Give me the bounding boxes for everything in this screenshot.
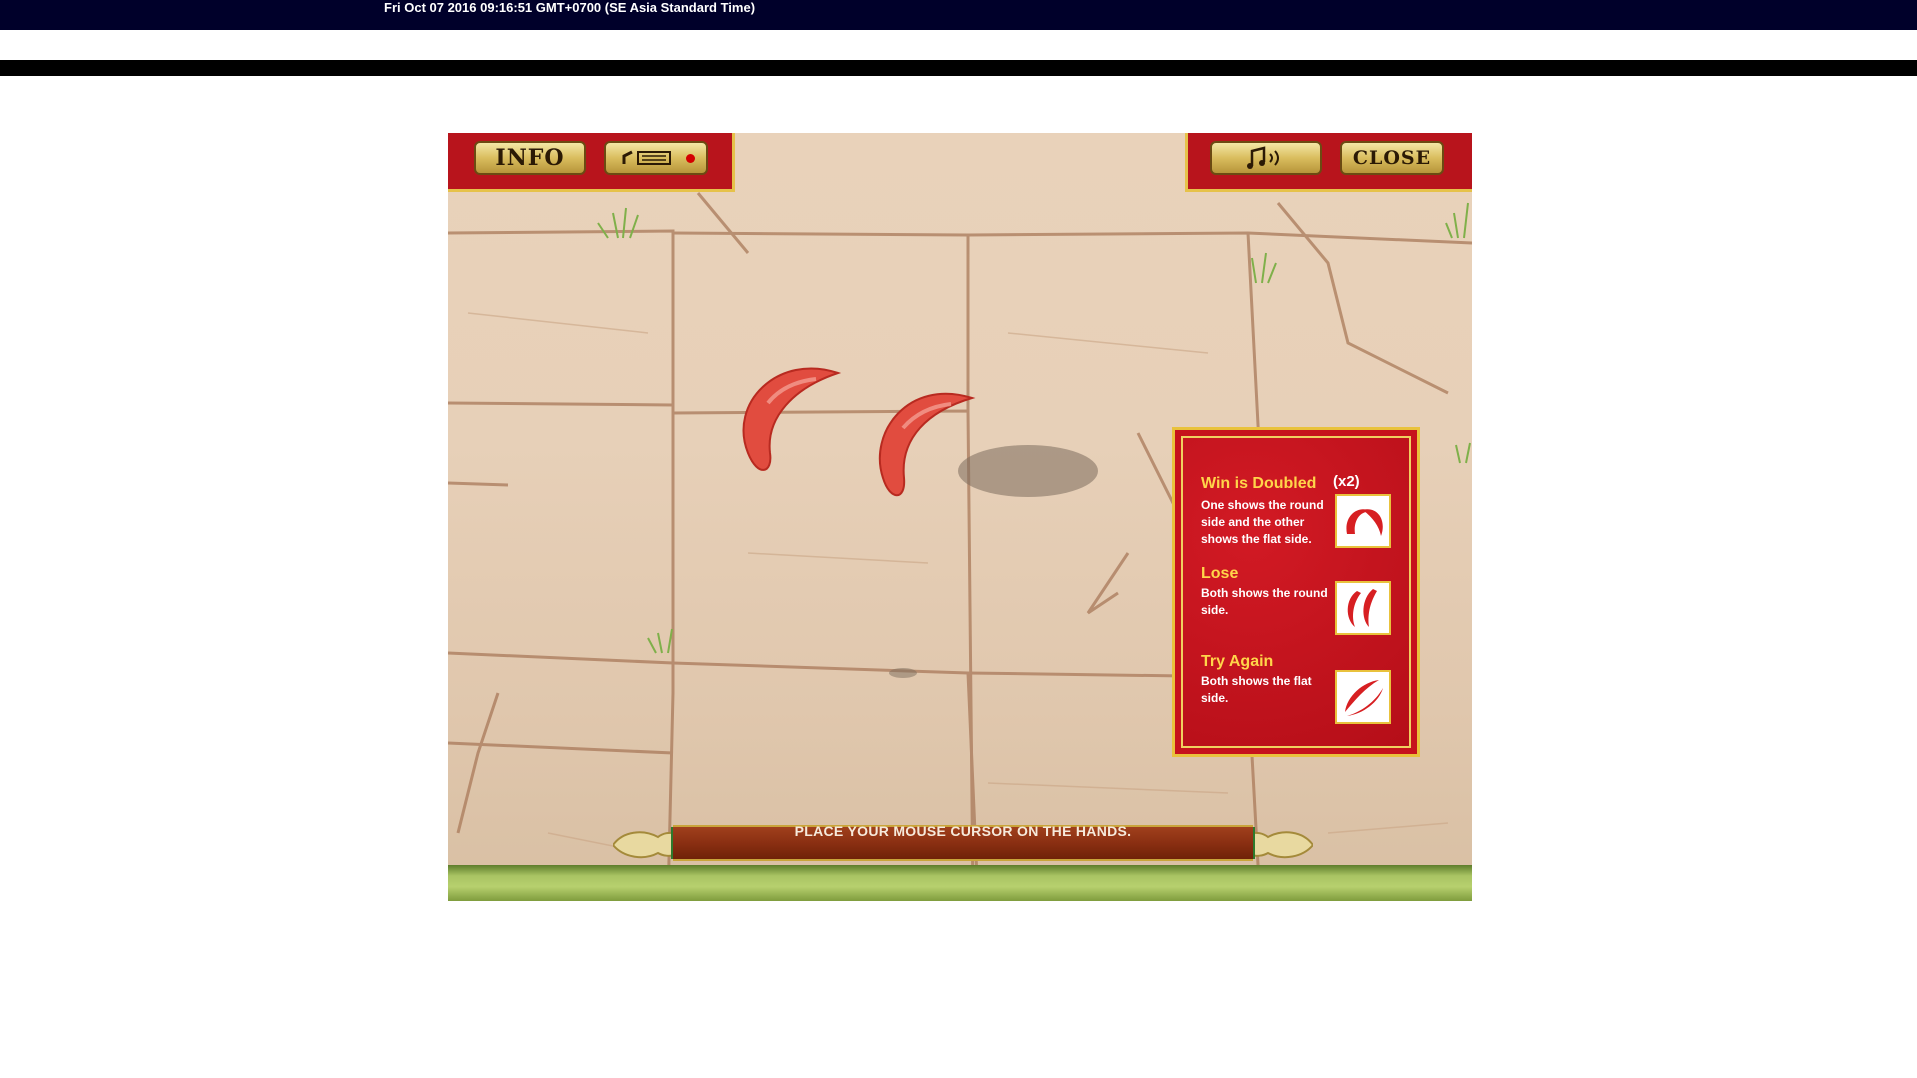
grass-strip — [448, 865, 1472, 901]
timestamp: Fri Oct 07 2016 09:16:51 GMT+0700 (SE As… — [384, 0, 756, 15]
win-blocks-icon — [1335, 494, 1391, 548]
instruction-banner: PLACE YOUR MOUSE CURSOR ON THE HANDS. — [613, 823, 1313, 863]
info-button[interactable]: INFO — [474, 141, 586, 175]
lose-title: Lose — [1201, 565, 1239, 582]
win-multiplier: (x2) — [1333, 473, 1360, 490]
results-help-panel: Win is Doubled (x2) One shows the round … — [1172, 427, 1420, 757]
moon-block-right — [878, 392, 976, 497]
record-icon — [685, 153, 695, 163]
win-text-line1: One shows the round — [1201, 498, 1324, 512]
try-again-title: Try Again — [1201, 653, 1274, 670]
lose-text-line1: Both shows the round — [1201, 586, 1328, 600]
browser-status-bar: Fri Oct 07 2016 09:16:51 GMT+0700 (SE As… — [0, 0, 1917, 30]
close-button[interactable]: CLOSE — [1340, 141, 1444, 175]
instruction-text: PLACE YOUR MOUSE CURSOR ON THE HANDS. — [794, 823, 1132, 839]
lose-blocks-icon — [1335, 581, 1391, 635]
divider-bar — [0, 60, 1917, 76]
win-text-line2: side and the other — [1201, 515, 1305, 529]
hands-shadow — [958, 445, 1098, 497]
replay-record-button[interactable] — [604, 141, 708, 175]
info-button-label: INFO — [495, 145, 565, 171]
win-text-line3: shows the flat side. — [1201, 532, 1312, 546]
try-again-text-line2: side. — [1201, 691, 1229, 705]
top-left-panel: INFO — [448, 133, 735, 192]
replay-icon — [622, 150, 671, 165]
game-canvas[interactable]: INFO CLOSE Win is Doubled (x2) One shows… — [448, 133, 1472, 901]
sound-button[interactable] — [1210, 141, 1322, 175]
try-again-blocks-icon — [1335, 670, 1391, 724]
top-right-panel: CLOSE — [1185, 133, 1472, 192]
close-button-label: CLOSE — [1352, 147, 1432, 169]
try-again-text-line1: Both shows the flat — [1201, 674, 1312, 688]
moon-block-left — [742, 367, 842, 471]
music-note-icon — [1247, 146, 1279, 169]
win-title: Win is Doubled — [1201, 475, 1317, 492]
lose-text-line2: side. — [1201, 603, 1229, 617]
